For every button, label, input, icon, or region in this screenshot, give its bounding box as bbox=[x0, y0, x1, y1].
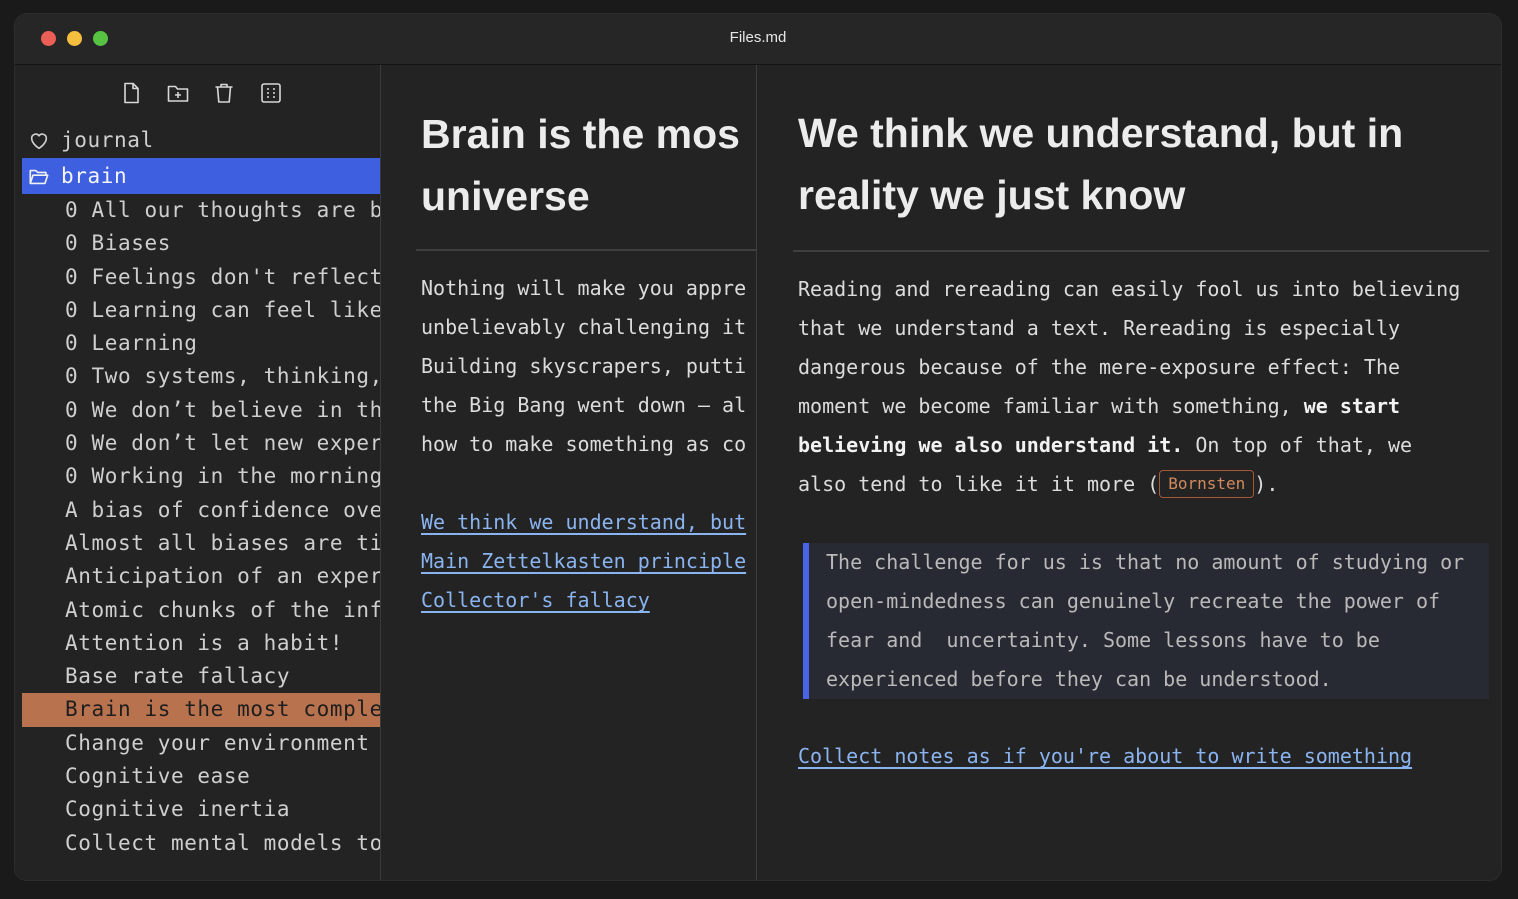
folder-label: brain bbox=[61, 164, 128, 188]
grid-icon[interactable] bbox=[257, 79, 285, 107]
title-bar: Files.md bbox=[15, 14, 1501, 65]
paragraph-line: Building skyscrapers, putti bbox=[421, 354, 747, 378]
note-heading: We think we understand, but in reality w… bbox=[798, 102, 1403, 226]
heading-line: We think we understand, but in bbox=[798, 110, 1404, 156]
file-tree: journal brain 0 All our thoughts are b0 … bbox=[22, 122, 380, 860]
paragraph-line: unbelievably challenging it bbox=[421, 315, 747, 339]
text-span: also tend to like it it more ( bbox=[798, 472, 1160, 496]
file-item[interactable]: 0 All our thoughts are b bbox=[22, 194, 380, 227]
paragraph-line: moment we become familiar with something… bbox=[798, 387, 1460, 426]
blockquote: The challenge for us is that no amount o… bbox=[803, 543, 1489, 699]
file-item[interactable]: Almost all biases are ti bbox=[22, 527, 380, 560]
note-paragraph: Nothing will make you appre unbelievably… bbox=[421, 269, 746, 464]
bold-text: believing we also understand it. bbox=[798, 433, 1184, 457]
file-item[interactable]: 0 Learning bbox=[22, 327, 380, 360]
file-item[interactable]: Attention is a habit! bbox=[22, 627, 380, 660]
citation-badge[interactable]: Bornsten bbox=[1159, 470, 1255, 498]
file-item[interactable]: Brain is the most comple bbox=[22, 693, 380, 727]
quote-text: The challenge for us is that no amount o… bbox=[826, 543, 1464, 699]
heading-divider bbox=[793, 250, 1489, 252]
file-item[interactable]: 0 Two systems, thinking, bbox=[22, 360, 380, 393]
file-item[interactable]: Cognitive ease bbox=[22, 760, 380, 793]
note-heading: Brain is the mos universe bbox=[421, 103, 740, 227]
quote-line: experienced before they can be understoo… bbox=[826, 667, 1332, 691]
note-link[interactable]: Collect notes as if you're about to writ… bbox=[798, 737, 1412, 776]
bold-text: we start bbox=[1303, 394, 1401, 418]
note-links: We think we understand, but Main Zettelk… bbox=[421, 503, 746, 620]
note-pane-right: We think we understand, but in reality w… bbox=[757, 65, 1501, 880]
note-pane-left: Brain is the mos universe Nothing will m… bbox=[381, 65, 757, 880]
paragraph-line: that we understand a text. Rereading is … bbox=[798, 316, 1401, 340]
note-link[interactable]: Collector's fallacy bbox=[421, 581, 746, 620]
file-item[interactable]: Change your environment bbox=[22, 727, 380, 760]
file-item[interactable]: Base rate fallacy bbox=[22, 660, 380, 693]
paragraph-line: believing we also understand it. On top … bbox=[798, 426, 1460, 465]
file-item[interactable]: 0 Working in the morning bbox=[22, 460, 380, 493]
note-paragraph: Reading and rereading can easily fool us… bbox=[798, 270, 1460, 504]
heading-line: Brain is the mos bbox=[421, 111, 740, 157]
file-item[interactable]: A bias of confidence ove bbox=[22, 494, 380, 527]
paragraph-line: the Big Bang went down – al bbox=[421, 393, 747, 417]
file-item[interactable]: Anticipation of an exper bbox=[22, 560, 380, 593]
folder-brain[interactable]: brain bbox=[22, 158, 380, 194]
sidebar: journal brain 0 All our thoughts are b0 … bbox=[15, 65, 381, 880]
paragraph-line: how to make something as co bbox=[421, 432, 747, 456]
quote-line: fear and uncertainty. Some lessons have … bbox=[826, 628, 1380, 652]
new-folder-icon[interactable] bbox=[164, 79, 192, 107]
folder-journal[interactable]: journal bbox=[22, 122, 380, 158]
file-item[interactable]: 0 We don’t let new exper bbox=[22, 427, 380, 460]
heart-icon bbox=[30, 133, 48, 150]
file-item[interactable]: 0 Feelings don't reflect bbox=[22, 261, 380, 294]
text-span: moment we become familiar with something… bbox=[798, 394, 1304, 418]
file-item[interactable]: 0 Learning can feel like bbox=[22, 294, 380, 327]
new-file-icon[interactable] bbox=[117, 79, 145, 107]
paragraph-line: Reading and rereading can easily fool us… bbox=[798, 277, 1461, 301]
file-item[interactable]: Cognitive inertia bbox=[22, 793, 380, 826]
app-window: Files.md journal brain 0 All our thought… bbox=[15, 14, 1501, 880]
file-item[interactable]: Collect mental models to bbox=[22, 827, 380, 860]
note-links: Collect notes as if you're about to writ… bbox=[798, 737, 1412, 776]
file-list: 0 All our thoughts are b0 Biases 0 Feelin… bbox=[22, 194, 380, 860]
folder-label: journal bbox=[61, 128, 154, 152]
paragraph-line: dangerous because of the mere-exposure e… bbox=[798, 355, 1401, 379]
heading-divider bbox=[416, 249, 756, 251]
folder-open-icon bbox=[29, 169, 49, 185]
heading-line: universe bbox=[421, 173, 590, 219]
text-span: ). bbox=[1254, 472, 1279, 496]
quote-line: open-mindedness can genuinely recreate t… bbox=[826, 589, 1441, 613]
quote-line: The challenge for us is that no amount o… bbox=[826, 550, 1465, 574]
trash-icon[interactable] bbox=[210, 79, 238, 107]
paragraph-line: Nothing will make you appre bbox=[421, 276, 747, 300]
paragraph-line: also tend to like it it more (Bornsten). bbox=[798, 465, 1460, 504]
note-link[interactable]: Main Zettelkasten principle bbox=[421, 542, 746, 581]
window-title: Files.md bbox=[729, 29, 787, 46]
file-item[interactable]: 0 Biases bbox=[22, 227, 380, 260]
heading-line: reality we just know bbox=[798, 172, 1186, 218]
note-link[interactable]: We think we understand, but bbox=[421, 503, 746, 542]
file-item[interactable]: 0 We don’t believe in the bbox=[22, 394, 380, 427]
file-item[interactable]: Atomic chunks of the info bbox=[22, 594, 380, 627]
text-span: On top of that, we bbox=[1183, 433, 1413, 457]
